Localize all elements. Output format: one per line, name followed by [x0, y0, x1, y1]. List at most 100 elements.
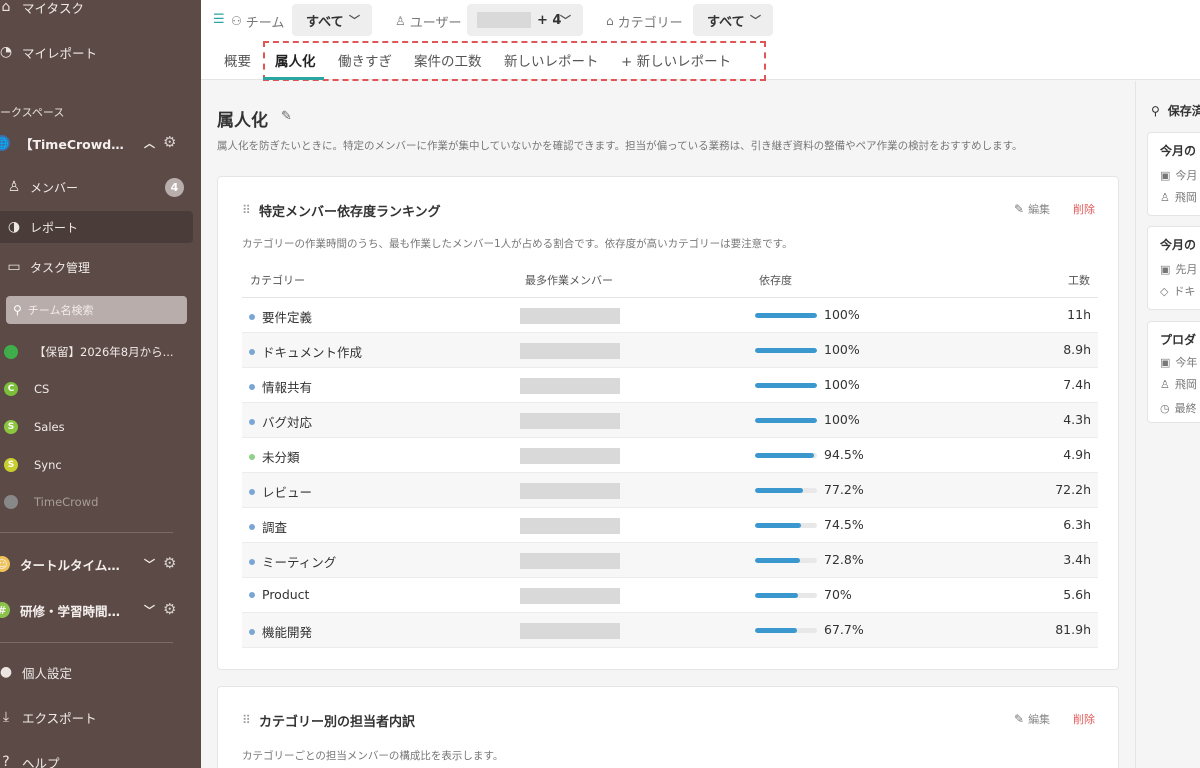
main-content: 属人化 ✎ 属人化を防ぎたいときに。特定のメンバーに作業が集中していないかを確認…: [201, 81, 1135, 768]
team-item[interactable]: TimeCrowd: [0, 489, 201, 515]
tab-dependency[interactable]: 属人化: [275, 50, 316, 70]
hours-cell: 81.9h: [1055, 622, 1091, 637]
table-row: 要件定義 100% 11h: [242, 298, 1098, 333]
team-filter-label: ⚇ チーム: [231, 14, 285, 31]
chevron-down-icon[interactable]: ﹀: [144, 556, 155, 572]
member-name-redacted: [520, 588, 620, 604]
saved-report-meta: ♙ 飛岡: [1160, 190, 1197, 205]
dependency-bar: [755, 593, 817, 598]
category-color-dot: [249, 591, 255, 598]
report-header: ☰ ⚇ チーム すべて ﹀ ♙ ユーザー + 4 ﹀ ⌂ カテゴリー すべて ﹀…: [201, 0, 1200, 81]
edit-title-pencil-icon[interactable]: ✎: [281, 109, 292, 124]
clock-icon: ◷: [1160, 401, 1170, 415]
delete-button[interactable]: 削除: [1073, 711, 1095, 727]
team-avatar: [4, 495, 18, 509]
team-item[interactable]: S Sales: [0, 414, 201, 440]
people-icon: ⚇: [231, 14, 242, 28]
chevron-down-icon[interactable]: ﹀: [144, 602, 155, 618]
dependency-bar: [755, 383, 817, 388]
drag-handle-icon[interactable]: ⠿: [242, 713, 251, 727]
chevron-down-icon: ﹀: [750, 14, 761, 27]
sidebar-item-help[interactable]: ? ヘルプ: [0, 746, 201, 768]
saved-report-title: プロダ: [1160, 333, 1197, 347]
category-cell: ミーティング: [249, 552, 336, 571]
gear-icon[interactable]: ⚙: [163, 554, 176, 572]
filter-sliders-icon[interactable]: ☰: [213, 12, 225, 27]
sidebar-item-label: 個人設定: [22, 665, 73, 681]
saved-report-card[interactable]: 今月の ▣ 今月 ♙ 飛岡: [1147, 132, 1200, 216]
dependency-bar-fill: [755, 348, 817, 353]
category-filter-select[interactable]: すべて ﹀: [693, 4, 773, 36]
category-cell: バグ対応: [249, 412, 312, 431]
sidebar-item-my-report[interactable]: ◔ マイレポート: [0, 36, 201, 68]
chart-icon: ◔: [0, 44, 13, 60]
dependency-bar-fill: [755, 383, 817, 388]
dependency-percent: 67.7%: [824, 622, 864, 637]
chevron-down-icon: ﹀: [560, 14, 571, 27]
page-title: 属人化: [217, 111, 268, 131]
workspace-main[interactable]: 🌐 【TimeCrowd】... ︿ ⚙: [0, 127, 201, 159]
category-color-dot: [249, 453, 255, 460]
card-title: 特定メンバー依存度ランキング: [259, 205, 441, 220]
tab-new-report[interactable]: 新しいレポート: [504, 50, 599, 70]
sidebar-item-task-management[interactable]: ▭ タスク管理: [0, 251, 201, 283]
edit-button[interactable]: ✎ 編集: [1014, 711, 1050, 727]
team-avatar: S: [4, 420, 18, 434]
workspace-name: タートルタイム株...: [20, 557, 132, 573]
sidebar-item-personal-settings[interactable]: ● 個人設定: [0, 656, 201, 688]
inbox-icon: ▭: [7, 259, 21, 275]
gear-icon[interactable]: ⚙: [163, 600, 176, 618]
saved-panel-title: ⚲ 保存済: [1151, 103, 1200, 119]
tab-overwork[interactable]: 働きすぎ: [338, 50, 392, 70]
saved-report-card[interactable]: プロダ ▣ 今年 ♙ 飛岡 ◷ 最終: [1147, 321, 1200, 423]
dependency-bar: [755, 313, 817, 318]
active-tab-indicator: [263, 77, 324, 80]
sidebar-item-my-task[interactable]: ⌂ マイタスク: [0, 0, 201, 23]
edit-button[interactable]: ✎ 編集: [1014, 201, 1050, 217]
workspace-avatar: 🌐: [0, 135, 10, 151]
chevron-down-icon: ﹀: [349, 14, 360, 27]
gear-icon[interactable]: ⚙: [163, 133, 176, 151]
sidebar-item-label: ヘルプ: [22, 755, 60, 768]
category-cell: ドキュメント作成: [249, 342, 362, 361]
dependency-bar-fill: [755, 628, 797, 633]
members-count-badge: 4: [165, 178, 184, 197]
user-filter-select[interactable]: + 4 ﹀: [467, 4, 583, 36]
workspace-turtle[interactable]: ☺ タートルタイム株... ﹀ ⚙: [0, 548, 201, 580]
sidebar-divider: [0, 642, 173, 643]
home-icon: ⌂: [1, 0, 11, 15]
category-name: 調査: [262, 520, 288, 535]
chevron-up-icon[interactable]: ︿: [144, 135, 155, 151]
team-filter-select[interactable]: すべて ﹀: [292, 4, 372, 36]
user-name-redacted: [477, 12, 531, 28]
sidebar-item-reports[interactable]: ◑ レポート: [0, 211, 193, 243]
team-search-placeholder: チーム名検索: [27, 304, 94, 317]
sidebar: ⌂ マイタスク ◔ マイレポート ークスペース 🌐 【TimeCrowd】...…: [0, 0, 201, 768]
member-name-redacted: [520, 308, 620, 324]
add-report-tab-button[interactable]: + 新しいレポート: [621, 50, 731, 70]
saved-report-meta: ▣ 今年: [1160, 355, 1198, 370]
dependency-percent: 77.2%: [824, 482, 864, 497]
saved-report-card[interactable]: 今月の ▣ 先月 ◇ ドキ: [1147, 226, 1200, 310]
workspace-training[interactable]: # 研修・学習時間記... ﹀ ⚙: [0, 594, 201, 626]
drag-handle-icon[interactable]: ⠿: [242, 203, 251, 217]
saved-report-title: 今月の: [1160, 238, 1197, 252]
team-item[interactable]: S Sync: [0, 452, 201, 478]
team-item[interactable]: C CS: [0, 376, 201, 402]
team-item[interactable]: 【保留】2026年8月から...: [0, 339, 201, 365]
dependency-percent: 70%: [824, 587, 852, 602]
category-color-dot: [249, 383, 255, 390]
team-avatar: [4, 345, 18, 359]
delete-button[interactable]: 削除: [1073, 201, 1095, 217]
help-icon: ?: [2, 754, 10, 768]
tab-project-hours[interactable]: 案件の工数: [414, 50, 482, 70]
table-row: 調査 74.5% 6.3h: [242, 508, 1098, 543]
column-header-hours: 工数: [1068, 274, 1090, 287]
sidebar-item-members[interactable]: ♙ メンバー 4: [0, 171, 201, 203]
team-search-input[interactable]: ⚲ チーム名検索: [6, 296, 187, 324]
category-cell: 調査: [249, 517, 287, 536]
dependency-bar: [755, 628, 817, 633]
sidebar-item-export[interactable]: ⤓ エクスポート: [0, 701, 201, 733]
tab-overview[interactable]: 概要: [224, 50, 251, 70]
member-name-redacted: [520, 623, 620, 639]
